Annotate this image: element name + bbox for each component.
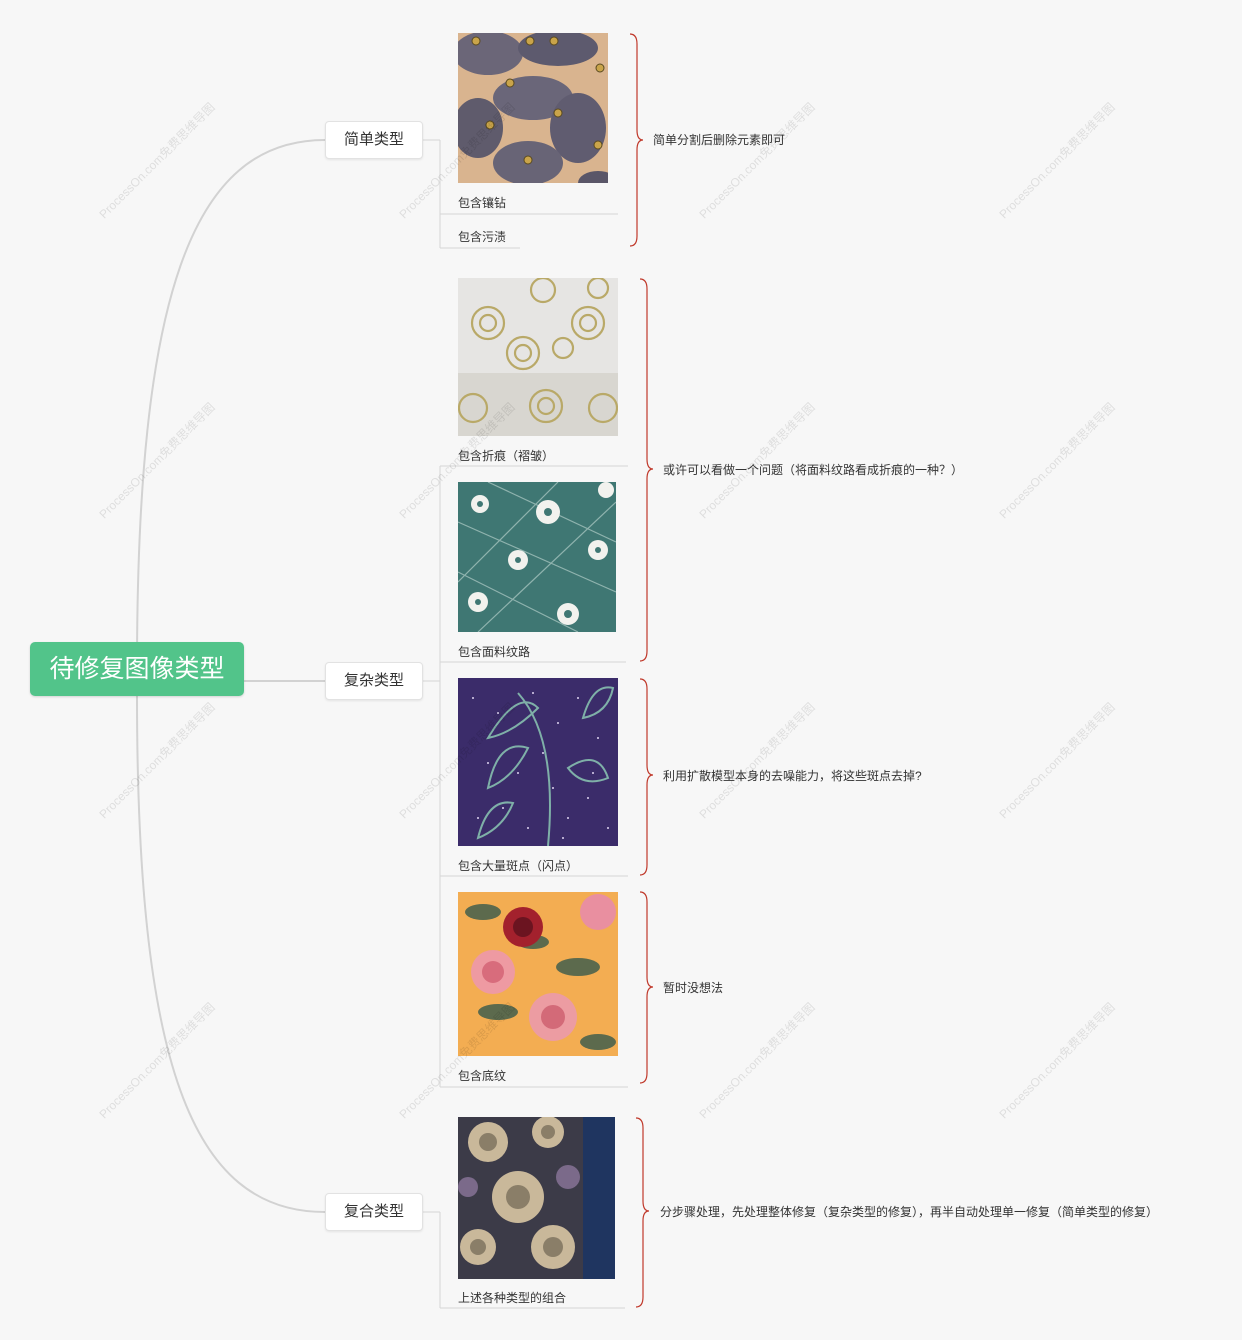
note-crease-texture[interactable]: 或许可以看做一个问题（将面料纹路看成折痕的一种？）	[663, 461, 963, 478]
branch-complex-type[interactable]: 复杂类型	[325, 662, 423, 700]
root-node[interactable]: 待修复图像类型	[30, 642, 244, 696]
leaf-background-pattern[interactable]: 包含底纹	[458, 1067, 506, 1084]
leaf-spots[interactable]: 包含大量斑点（闪点）	[458, 857, 578, 874]
note-background[interactable]: 暂时没想法	[663, 979, 723, 996]
composite-fabric-image	[458, 1117, 615, 1279]
leaf-crease[interactable]: 包含折痕（褶皱）	[458, 447, 554, 464]
peony-fabric-image	[458, 892, 618, 1056]
note-spots[interactable]: 利用扩散模型本身的去噪能力，将这些斑点去掉?	[663, 767, 922, 784]
teal-fabric-image	[458, 482, 616, 632]
leaf-combination[interactable]: 上述各种类型的组合	[458, 1289, 566, 1306]
rose-fabric-image	[458, 278, 618, 436]
leaf-rhinestone[interactable]: 包含镶钻	[458, 194, 506, 211]
branch-composite-type[interactable]: 复合类型	[325, 1193, 423, 1231]
branch-simple-type[interactable]: 简单类型	[325, 121, 423, 159]
leopard-fabric-image	[458, 33, 608, 183]
leaf-stain[interactable]: 包含污渍	[458, 228, 506, 245]
purple-spotted-fabric-image	[458, 678, 618, 846]
note-composite[interactable]: 分步骤处理，先处理整体修复（复杂类型的修复），再半自动处理单一修复（简单类型的修…	[660, 1203, 1158, 1220]
note-simple[interactable]: 简单分割后删除元素即可	[653, 131, 785, 148]
leaf-fabric-texture[interactable]: 包含面料纹路	[458, 643, 530, 660]
